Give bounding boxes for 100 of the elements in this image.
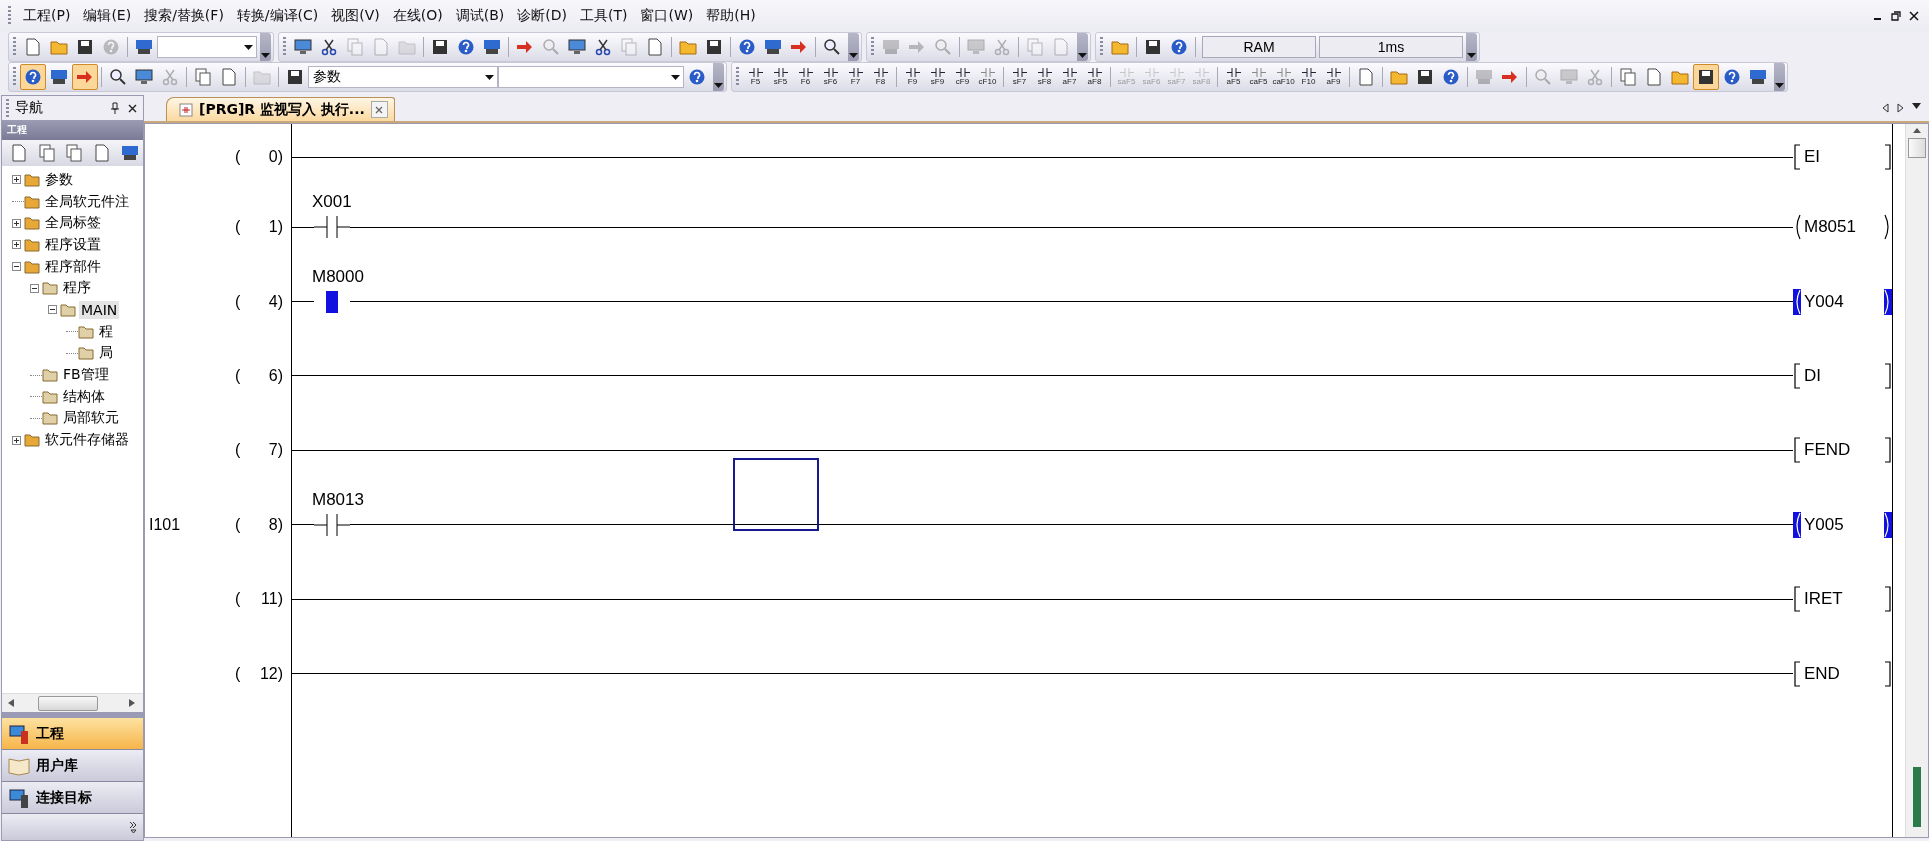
ladder-key-button[interactable]: aF5 — [1221, 64, 1246, 90]
ladder-key-button[interactable]: caF10 — [1271, 64, 1296, 90]
scroll-up-icon[interactable] — [1913, 128, 1921, 133]
ladder-key-button[interactable]: F9 — [900, 64, 925, 90]
scroll-left-icon[interactable] — [8, 699, 14, 707]
more-icon[interactable] — [129, 821, 137, 833]
ladder-key-button[interactable]: sF5 — [768, 64, 793, 90]
tree-item[interactable]: 程序 — [61, 278, 93, 299]
toolbar-overflow-button[interactable] — [1077, 33, 1088, 61]
tree-item[interactable]: 参数 — [43, 169, 75, 190]
ladder-file-icon — [179, 102, 193, 117]
grip-handle[interactable] — [1100, 37, 1103, 57]
ladder-key-button[interactable]: sF9 — [925, 64, 950, 90]
collapse-icon[interactable] — [30, 283, 39, 293]
ladder-key-button[interactable]: aF7 — [1057, 64, 1082, 90]
grip-handle[interactable] — [871, 37, 874, 57]
expand-icon[interactable] — [12, 218, 21, 228]
pin-icon[interactable] — [110, 102, 120, 114]
toolbar-overflow-button[interactable] — [848, 33, 859, 61]
menu-item[interactable]: 编辑(E) — [79, 7, 141, 25]
ladder-key-button[interactable]: sF7 — [1007, 64, 1032, 90]
pane-button[interactable]: 工程 — [2, 718, 143, 750]
toolbar-overflow-button[interactable] — [260, 33, 271, 61]
pane-button[interactable]: 用户库 — [2, 750, 143, 782]
horizontal-scrollbar[interactable] — [2, 693, 143, 712]
menu-item[interactable]: 在线(O) — [388, 7, 452, 25]
tree-item[interactable]: 局 — [97, 343, 115, 364]
ladder-key-button[interactable]: caF5 — [1246, 64, 1271, 90]
expand-icon[interactable] — [12, 240, 21, 250]
contact-symbol-icon — [930, 68, 945, 77]
dropdown-field[interactable] — [498, 66, 684, 88]
close-icon[interactable] — [128, 103, 137, 113]
menu-item[interactable]: 搜索/替换(F) — [140, 7, 233, 25]
tree-item[interactable]: 结构体 — [61, 386, 107, 407]
dropdown-field[interactable] — [157, 36, 257, 58]
tree-item[interactable]: 程序设置 — [43, 234, 103, 255]
coil[interactable]: M8051 — [1793, 214, 1892, 241]
tree-item[interactable]: 软元件存储器 — [43, 430, 131, 451]
ladder-key-button[interactable]: F8 — [868, 64, 893, 90]
ladder-key-button[interactable]: sF6 — [818, 64, 843, 90]
tree-item[interactable]: MAIN — [79, 300, 120, 319]
collapse-icon[interactable] — [12, 262, 21, 272]
menu-item[interactable]: 转换/编译(C) — [232, 7, 328, 25]
menu-item[interactable]: 帮助(H) — [702, 7, 765, 25]
dropdown-arrow-icon[interactable] — [1912, 103, 1921, 109]
question-icon — [1170, 38, 1188, 56]
toolbar-button[interactable] — [1693, 64, 1719, 90]
pane-button[interactable]: 连接目标 — [2, 782, 143, 814]
tree-item[interactable]: 全局标签 — [43, 213, 103, 234]
ladder-key-button[interactable]: F6 — [793, 64, 818, 90]
ladder-key-button[interactable]: F10 — [1296, 64, 1321, 90]
instruction[interactable]: EI — [1793, 144, 1892, 170]
menu-item[interactable]: 工具(T) — [576, 7, 637, 25]
menu-item[interactable]: 窗口(W) — [636, 7, 703, 25]
splitter-handle[interactable] — [2, 712, 143, 718]
toolbar-overflow-button[interactable] — [713, 63, 724, 91]
coil[interactable]: Y004 — [1793, 288, 1892, 315]
ladder-key-button[interactable]: aF9 — [1321, 64, 1346, 90]
grip-handle[interactable] — [13, 37, 16, 57]
menu-item[interactable]: 调试(B) — [451, 7, 514, 25]
scissors-icon — [594, 38, 612, 56]
ladder-key-button[interactable]: aF8 — [1082, 64, 1107, 90]
expand-icon[interactable] — [12, 435, 21, 445]
ladder-key-button[interactable]: sF8 — [1032, 64, 1057, 90]
collapse-icon[interactable] — [48, 305, 57, 315]
close-icon[interactable] — [1909, 11, 1919, 21]
tree-item[interactable]: 程序部件 — [43, 256, 103, 277]
expand-icon[interactable] — [12, 175, 21, 185]
toolbar-overflow-button[interactable] — [1466, 33, 1477, 61]
tree-item[interactable]: 局部软元 — [61, 408, 121, 429]
menu-item[interactable]: 视图(V) — [327, 7, 389, 25]
instruction[interactable]: DI — [1793, 362, 1892, 389]
restore-icon[interactable] — [1891, 11, 1901, 21]
scroll-left-icon[interactable] — [1882, 103, 1889, 113]
ladder-key-button[interactable]: cF9 — [950, 64, 975, 90]
coil[interactable]: Y005 — [1793, 511, 1892, 538]
instruction[interactable]: FEND — [1793, 437, 1892, 464]
instruction[interactable]: IRET — [1793, 586, 1892, 613]
ladder-key-button[interactable]: F7 — [843, 64, 868, 90]
device-label: M8000 — [312, 266, 364, 287]
tree-item[interactable]: FB管理 — [61, 365, 111, 386]
dropdown-field[interactable]: 参数 — [308, 66, 498, 88]
step-number: 6) — [268, 366, 283, 385]
scroll-right-icon[interactable] — [129, 699, 135, 707]
menu-item[interactable]: 工程(P) — [19, 7, 80, 25]
tree-item[interactable]: 全局软元件注 — [43, 191, 131, 212]
ladder-key-button[interactable]: cF10 — [975, 64, 1000, 90]
menu-item[interactable]: 诊断(D) — [513, 7, 576, 25]
grip-handle[interactable] — [283, 37, 286, 57]
ladder-key-button[interactable]: F5 — [743, 64, 768, 90]
instruction[interactable]: END — [1793, 660, 1892, 687]
grip-handle[interactable] — [13, 67, 16, 87]
document-tab[interactable]: [PRG]R 监视写入 执行... — [166, 97, 395, 121]
tree-item[interactable]: 程 — [97, 321, 115, 342]
toolbar-overflow-button[interactable] — [1774, 63, 1785, 91]
grip-handle[interactable] — [736, 67, 739, 87]
vertical-scrollbar[interactable] — [1905, 124, 1928, 837]
scroll-right-icon[interactable] — [1897, 103, 1904, 113]
cell-cursor[interactable] — [733, 457, 819, 531]
scrollbar-thumb[interactable] — [1908, 138, 1926, 158]
